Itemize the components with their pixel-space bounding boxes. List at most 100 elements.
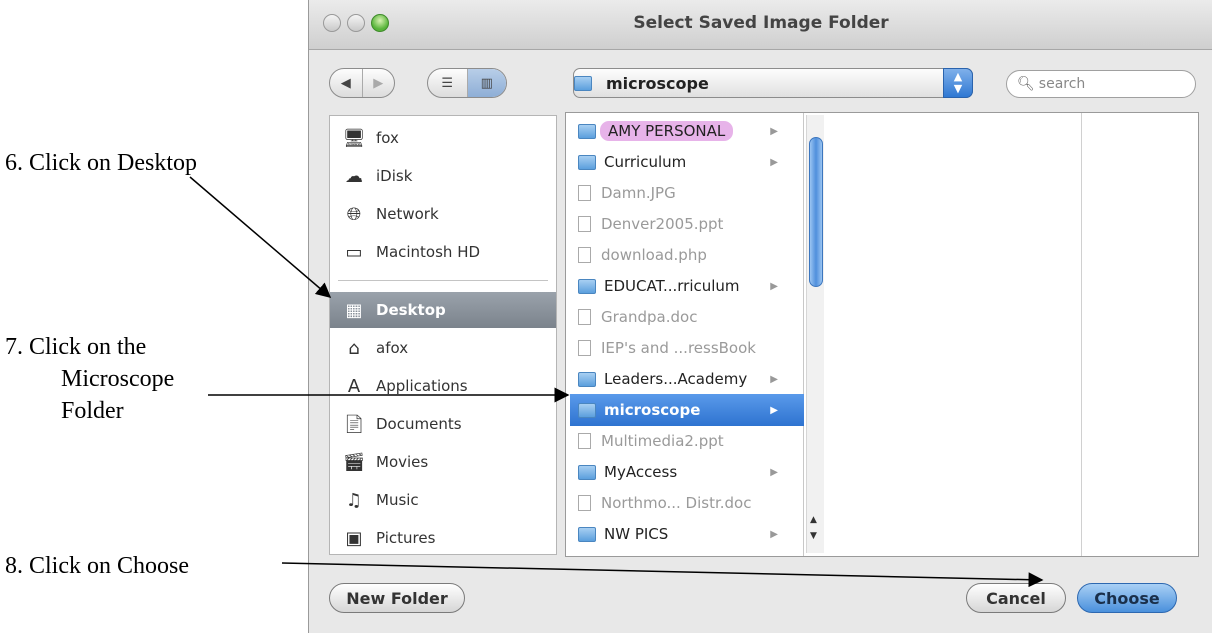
document-icon [578, 185, 591, 201]
file-list-item[interactable]: Grandpa.doc [570, 301, 804, 333]
folder-icon [578, 464, 596, 480]
desktop-icon: ▦ [345, 299, 363, 321]
item-name: Grandpa.doc [601, 308, 698, 326]
folder-icon [574, 75, 592, 91]
music-icon: ♫ [345, 489, 363, 511]
documents-icon: 📄︎ [342, 413, 366, 435]
network-icon: 🌐︎ [346, 203, 362, 225]
item-name: NW PICS [604, 525, 669, 543]
sidebar-item-label: Pictures [376, 529, 436, 547]
chevron-right-icon: ▶ [770, 466, 778, 478]
sidebar-item-music[interactable]: ♫ Music [330, 482, 556, 518]
column-divider[interactable] [1081, 113, 1082, 556]
item-name: Multimedia2.ppt [601, 432, 724, 450]
document-icon [578, 309, 591, 325]
location-label: microscope [606, 73, 709, 93]
sidebar-item-fox[interactable]: 🖥︎ fox [330, 120, 556, 156]
scroll-down-arrow-icon[interactable]: ▼ [810, 531, 817, 541]
sidebar-item-macintosh-hd[interactable]: ▭ Macintosh HD [330, 234, 556, 270]
sidebar-item-afox[interactable]: ⌂ afox [330, 330, 556, 366]
file-list-item[interactable]: Denver2005.ppt [570, 208, 804, 240]
sidebar-item-label: Network [376, 205, 439, 223]
folder-icon [578, 371, 596, 387]
folder-list-item[interactable]: Leaders...Academy ▶ [570, 363, 804, 395]
list-view-icon[interactable]: ☰ [428, 69, 468, 97]
sidebar-item-label: iDisk [376, 167, 413, 185]
forward-arrow-icon[interactable]: ▶ [363, 69, 395, 97]
item-name: Damn.JPG [601, 184, 676, 202]
sidebar-item-idisk[interactable]: ☁︎ iDisk [330, 158, 556, 194]
vertical-scrollbar[interactable]: ▲ ▼ [806, 115, 824, 553]
sidebar-item-desktop[interactable]: ▦ Desktop [330, 292, 556, 328]
folder-list-item[interactable]: AMY PERSONAL ▶ [570, 115, 804, 147]
sidebar-item-network[interactable]: 🌐︎ Network [330, 196, 556, 232]
chevron-right-icon: ▶ [770, 528, 778, 540]
step8-instruction: 8. Click on Choose [5, 553, 189, 579]
item-name: IEP's and ...ressBook [601, 339, 756, 357]
sidebar-item-pictures[interactable]: ▣ Pictures [330, 520, 556, 556]
sidebar-item-movies[interactable]: 🎬︎ Movies [330, 444, 556, 480]
scrollbar-thumb[interactable] [809, 137, 823, 287]
column-browser: AMY PERSONAL ▶ Curriculum ▶ Damn.JPG Denver20… [565, 112, 1199, 557]
file-column: AMY PERSONAL ▶ Curriculum ▶ Damn.JPG Denver20… [570, 113, 804, 556]
item-name: Curriculum [604, 153, 687, 171]
hard-drive-icon: ▭ [345, 241, 363, 263]
item-name: Northmo... Distr.doc [601, 494, 752, 512]
folder-icon [578, 154, 596, 170]
folder-list-item[interactable]: NW PICS ▶ [570, 518, 804, 550]
applications-icon: A [347, 375, 361, 397]
sidebar-separator [338, 280, 548, 281]
sidebar-item-label: Movies [376, 453, 429, 471]
search-placeholder: search [1038, 76, 1086, 92]
item-name: Leaders...Academy [604, 370, 748, 388]
back-forward-buttons: ◀ ▶ [329, 68, 395, 98]
sidebar: 🖥︎ fox ☁︎ iDisk 🌐︎ Network ▭ Macintosh HD ▦ Deskt… [329, 115, 557, 555]
document-icon [578, 433, 591, 449]
step7-instruction-line2: Microscope [61, 366, 175, 392]
item-name: EDUCAT...rriculum [604, 277, 740, 295]
folder-list-item[interactable]: EDUCAT...rriculum ▶ [570, 270, 804, 302]
computer-icon: 🖥︎ [342, 127, 366, 149]
scroll-up-arrow-icon[interactable]: ▲ [810, 515, 817, 525]
search-field[interactable]: 🔍︎ search [1006, 70, 1196, 98]
document-icon [578, 495, 591, 511]
chevron-right-icon: ▶ [770, 404, 778, 416]
chevron-right-icon: ▶ [770, 125, 778, 137]
folder-list-item[interactable]: MyAccess ▶ [570, 456, 804, 488]
select-folder-dialog: Select Saved Image Folder ◀ ▶ ☰ ▥ micros… [308, 0, 1212, 633]
choose-button[interactable]: Choose [1077, 583, 1177, 613]
sidebar-item-applications[interactable]: A Applications [330, 368, 556, 404]
document-icon [578, 216, 591, 232]
item-name: download.php [601, 246, 707, 264]
sidebar-item-label: Documents [376, 415, 462, 433]
folder-list-item[interactable]: microscope ▶ [570, 394, 804, 426]
step7-instruction-line1: 7. Click on the [5, 334, 147, 360]
new-folder-button[interactable]: New Folder [329, 583, 465, 613]
dialog-title: Select Saved Image Folder [633, 13, 889, 33]
document-icon [578, 247, 591, 263]
step6-instruction: 6. Click on Desktop [5, 150, 197, 176]
sidebar-item-documents[interactable]: 📄︎ Documents [330, 406, 556, 442]
item-name: AMY PERSONAL [600, 121, 734, 141]
home-icon: ⌂ [348, 337, 360, 359]
file-list-item[interactable]: Multimedia2.ppt [570, 425, 804, 457]
file-list-item[interactable]: download.php [570, 239, 804, 271]
document-icon [578, 340, 591, 356]
file-list-item[interactable]: Northmo... Distr.doc [570, 487, 804, 519]
toolbar: ◀ ▶ ☰ ▥ microscope ▲ ▼ 🔍︎ search [309, 50, 1212, 110]
file-list-item[interactable]: IEP's and ...ressBook [570, 332, 804, 364]
file-list-item[interactable]: Damn.JPG [570, 177, 804, 209]
folder-icon [578, 278, 596, 294]
column-view-icon[interactable]: ▥ [467, 69, 506, 97]
back-arrow-icon[interactable]: ◀ [330, 69, 363, 97]
location-popup[interactable]: microscope ▲ ▼ [573, 68, 973, 98]
sidebar-item-label: fox [376, 129, 399, 147]
sidebar-item-label: afox [376, 339, 409, 357]
item-name: MyAccess [604, 463, 678, 481]
folder-list-item[interactable]: Curriculum ▶ [570, 146, 804, 178]
view-mode-buttons: ☰ ▥ [427, 68, 507, 98]
chevron-right-icon: ▶ [770, 373, 778, 385]
folder-icon [578, 123, 596, 139]
cancel-button[interactable]: Cancel [966, 583, 1066, 613]
item-name: microscope [604, 401, 701, 419]
